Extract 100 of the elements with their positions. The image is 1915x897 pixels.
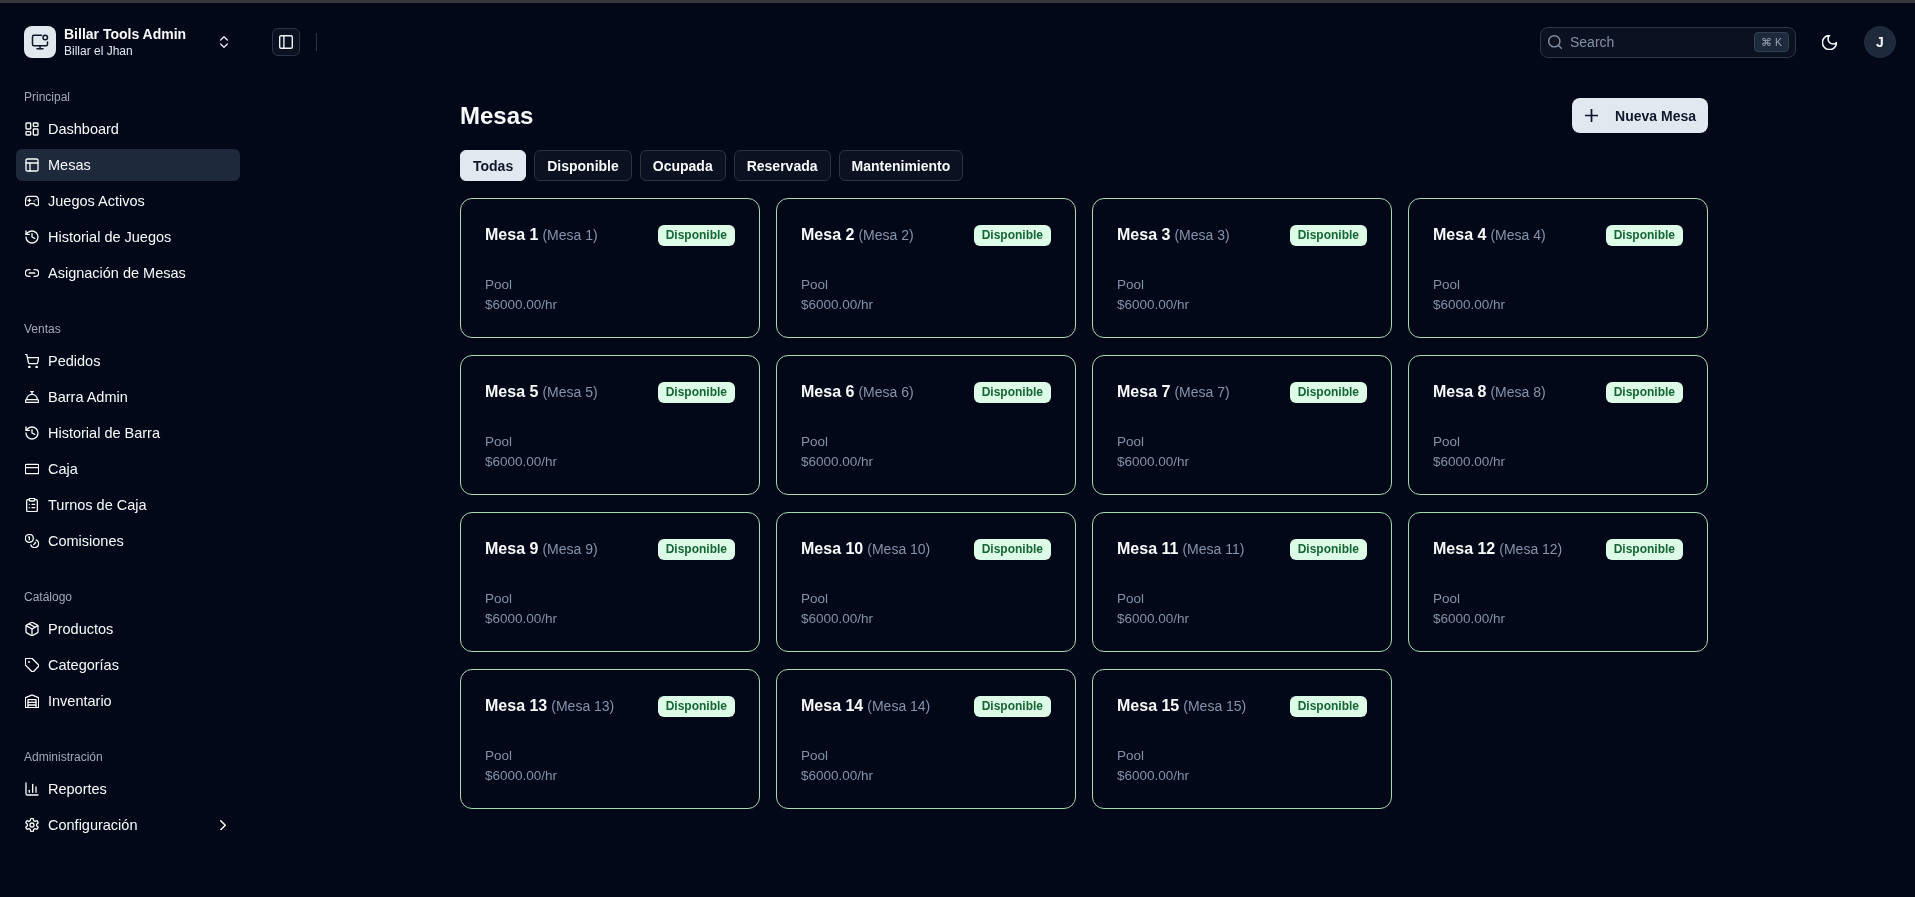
table-type: Pool [485, 747, 513, 765]
table-rate: $6000.00/hr [485, 610, 558, 628]
table-name: Mesa 10 [801, 539, 864, 559]
status-badge: Disponible [1289, 381, 1367, 403]
table-card[interactable]: Mesa 15 (Mesa 15) Disponible Pool $6000.00/hr [1092, 669, 1392, 809]
table-rate: $6000.00/hr [801, 453, 874, 471]
sidebar-item[interactable]: Historial de Barra [16, 417, 240, 449]
filter-tab[interactable]: Mantenimiento [838, 150, 964, 181]
sidebar-item[interactable]: Configuración [16, 809, 240, 841]
table-card[interactable]: Mesa 3 (Mesa 3) Disponible Pool $6000.00/hr [1092, 198, 1392, 338]
table-type: Pool [1433, 433, 1461, 451]
table-card[interactable]: Mesa 7 (Mesa 7) Disponible Pool $6000.00/hr [1092, 355, 1392, 495]
table-card[interactable]: Mesa 14 (Mesa 14) Disponible Pool $6000.00/hr [776, 669, 1076, 809]
sidebar-item[interactable]: Categorías [16, 649, 240, 681]
table-card[interactable]: Mesa 6 (Mesa 6) Disponible Pool $6000.00/hr [776, 355, 1076, 495]
page-title: Mesas [460, 100, 534, 131]
status-badge: Disponible [973, 695, 1051, 717]
table-name: Mesa 11 [1117, 539, 1179, 559]
table-alias: (Mesa 9) [542, 541, 598, 557]
table-rate: $6000.00/hr [1433, 453, 1506, 471]
table-type: Pool [1433, 590, 1461, 608]
sidebar-item[interactable]: Asignación de Mesas [16, 257, 240, 289]
filter-tab[interactable]: Todas [460, 150, 527, 181]
table-card[interactable]: Mesa 9 (Mesa 9) Disponible Pool $6000.00/hr [460, 512, 760, 652]
table-type: Pool [1117, 747, 1145, 765]
sidebar-item[interactable]: Comisiones [16, 525, 240, 557]
table-alias: (Mesa 7) [1174, 384, 1230, 400]
link-icon [25, 266, 39, 280]
table-name: Mesa 5 [485, 382, 539, 402]
status-badge: Disponible [1605, 224, 1683, 246]
table-rate: $6000.00/hr [801, 610, 874, 628]
table-rate: $6000.00/hr [801, 296, 874, 314]
table-type: Pool [1117, 276, 1145, 294]
credit-card-icon [25, 462, 39, 476]
sidebar-item[interactable]: Turnos de Caja [16, 489, 240, 521]
table-type: Pool [801, 276, 829, 294]
sidebar-toggle-button[interactable] [272, 28, 300, 56]
panel-left-icon [279, 35, 293, 49]
sidebar-item[interactable]: Inventario [16, 685, 240, 717]
table-name: Mesa 6 [801, 382, 855, 402]
table-rate: $6000.00/hr [485, 767, 558, 785]
sidebar-item[interactable]: Juegos Activos [16, 185, 240, 217]
sidebar-item[interactable]: Pedidos [16, 345, 240, 377]
sidebar-item[interactable]: Caja [16, 453, 240, 485]
moon-icon[interactable] [1822, 34, 1837, 50]
table-name: Mesa 2 [801, 225, 855, 245]
table-card[interactable]: Mesa 5 (Mesa 5) Disponible Pool $6000.00/hr [460, 355, 760, 495]
table-card[interactable]: Mesa 13 (Mesa 13) Disponible Pool $6000.00/hr [460, 669, 760, 809]
table-card[interactable]: Mesa 11 (Mesa 11) Disponible Pool $6000.00/hr [1092, 512, 1392, 652]
clipboard-icon [25, 498, 39, 512]
table-name: Mesa 13 [485, 696, 548, 716]
sidebar-item[interactable]: Historial de Juegos [16, 221, 240, 253]
table-name: Mesa 14 [801, 696, 864, 716]
table-card[interactable]: Mesa 10 (Mesa 10) Disponible Pool $6000.00/hr [776, 512, 1076, 652]
table-type: Pool [801, 590, 829, 608]
table-type: Pool [801, 433, 829, 451]
table-name: Mesa 4 [1433, 225, 1487, 245]
bar-chart-icon [25, 782, 39, 796]
table-rate: $6000.00/hr [1117, 453, 1190, 471]
sidebar-group-label: Administración [23, 749, 104, 766]
cart-icon [25, 354, 39, 368]
table-card[interactable]: Mesa 4 (Mesa 4) Disponible Pool $6000.00/hr [1408, 198, 1708, 338]
table-type: Pool [801, 747, 829, 765]
sidebar-group-label: Ventas [23, 321, 62, 338]
warehouse-icon [25, 694, 39, 708]
avatar[interactable]: J [1864, 26, 1896, 58]
table-rate: $6000.00/hr [1433, 610, 1506, 628]
new-table-button[interactable]: Nueva Mesa [1572, 98, 1708, 133]
sidebar-item[interactable]: Productos [16, 613, 240, 645]
table-card[interactable]: Mesa 8 (Mesa 8) Disponible Pool $6000.00/hr [1408, 355, 1708, 495]
table-rate: $6000.00/hr [801, 767, 874, 785]
table-card[interactable]: Mesa 12 (Mesa 12) Disponible Pool $6000.00/hr [1408, 512, 1708, 652]
table-name: Mesa 9 [485, 539, 539, 559]
package-icon [25, 622, 39, 636]
chevrons-up-down-icon[interactable] [220, 36, 228, 48]
status-badge: Disponible [1605, 381, 1683, 403]
filter-tab[interactable]: Reservada [733, 150, 831, 181]
monitor-logo-icon [24, 26, 56, 58]
filter-tab[interactable]: Disponible [534, 150, 632, 181]
sidebar-item[interactable]: Barra Admin [16, 381, 240, 413]
status-badge: Disponible [1289, 695, 1367, 717]
chevron-right-icon[interactable] [220, 819, 226, 831]
table-card[interactable]: Mesa 2 (Mesa 2) Disponible Pool $6000.00/hr [776, 198, 1076, 338]
status-badge: Disponible [657, 695, 735, 717]
sidebar-group-label: Principal [23, 89, 72, 106]
sidebar-item[interactable]: Mesas [16, 149, 240, 181]
sidebar-item[interactable]: Dashboard [16, 113, 240, 145]
status-badge: Disponible [657, 381, 735, 403]
gamepad-icon [25, 194, 39, 208]
filter-tab[interactable]: Ocupada [639, 150, 726, 181]
table-alias: (Mesa 10) [867, 541, 931, 557]
history-icon [25, 426, 39, 440]
table-rate: $6000.00/hr [1117, 610, 1190, 628]
app-name: Billar Tools Admin [64, 25, 187, 43]
table-name: Mesa 15 [1117, 696, 1180, 716]
status-badge: Disponible [657, 538, 735, 560]
table-alias: (Mesa 3) [1174, 227, 1230, 243]
table-card[interactable]: Mesa 1 (Mesa 1) Disponible Pool $6000.00/hr [460, 198, 760, 338]
sidebar-item[interactable]: Reportes [16, 773, 240, 805]
grid-icon [25, 122, 39, 136]
